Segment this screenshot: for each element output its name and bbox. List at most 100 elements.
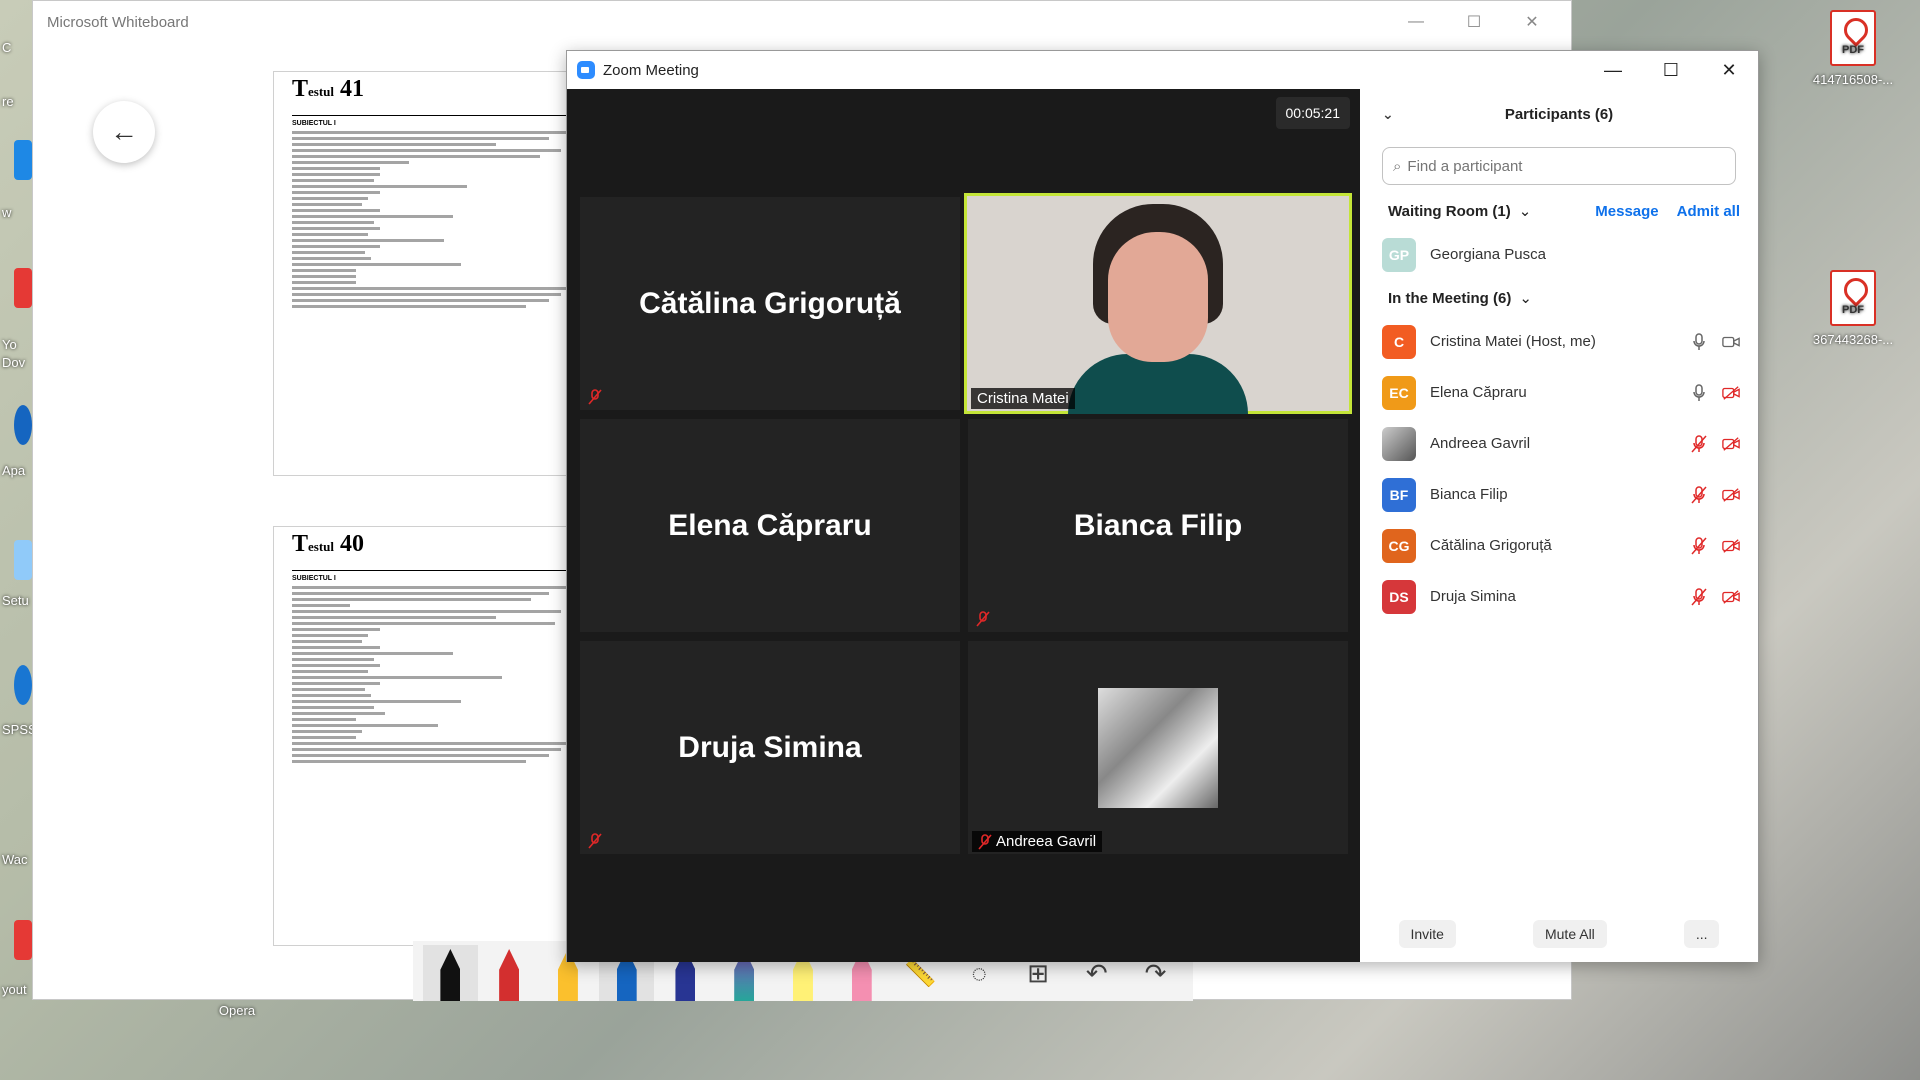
more-options-button[interactable]: ... [1683, 920, 1720, 948]
video-off-icon[interactable] [1722, 486, 1740, 504]
desktop-pdf-file[interactable]: PDF 414716508-... [1808, 10, 1898, 87]
participant-row[interactable]: EC Elena Căpraru [1360, 367, 1758, 418]
pdf-icon: PDF [1830, 10, 1876, 66]
participants-panel: ⌄ Participants (6) ⌕ Waiting Room (1) ⌄ … [1360, 89, 1758, 962]
participant-video [1063, 204, 1253, 414]
avatar: GP [1382, 237, 1416, 272]
app-icon[interactable] [14, 665, 32, 705]
participant-name: Druja Simina [1430, 588, 1516, 605]
maximize-button[interactable]: ☐ [1642, 51, 1700, 89]
participant-row[interactable]: Andreea Gavril [1360, 418, 1758, 469]
mic-muted-icon [586, 388, 604, 406]
participant-row[interactable]: BF Bianca Filip [1360, 469, 1758, 520]
avatar: C [1382, 324, 1416, 359]
participant-row[interactable]: DS Druja Simina [1360, 571, 1758, 622]
video-off-icon[interactable] [1722, 435, 1740, 453]
pen-black-tool[interactable] [423, 945, 478, 1001]
app-icon[interactable] [14, 140, 32, 180]
admit-all-button[interactable]: Admit all [1677, 203, 1740, 220]
participant-name: Bianca Filip [1430, 486, 1508, 503]
waiting-room-section[interactable]: Waiting Room (1) ⌄ Message Admit all [1360, 193, 1758, 229]
desktop-label: re [2, 94, 14, 109]
participant-name: Georgiana Pusca [1430, 246, 1546, 263]
mic-muted-icon[interactable] [1690, 485, 1708, 504]
participant-name: Cătălina Grigoruță [639, 286, 901, 320]
back-arrow-icon[interactable]: ← [93, 101, 155, 163]
video-gallery: 00:05:21 Cătălina Grigoruță Cristina Mat… [567, 89, 1360, 962]
desktop-label: Wac [2, 852, 28, 867]
panel-header: ⌄ Participants (6) [1360, 89, 1758, 139]
video-tile[interactable]: Elena Căpraru [580, 419, 960, 632]
participant-name: Druja Simina [678, 730, 862, 764]
participant-name: Elena Căpraru [668, 508, 872, 542]
video-tile-active-speaker[interactable]: Cristina Matei [964, 193, 1352, 414]
app-icon[interactable] [14, 540, 32, 580]
desktop-label: Apa [2, 463, 26, 478]
profile-picture [1098, 687, 1218, 808]
document-page[interactable]: Testul 40 SUBIECTUL I [273, 526, 603, 946]
video-tile[interactable]: Andreea Gavril [968, 641, 1348, 854]
in-meeting-section[interactable]: In the Meeting (6) ⌄ [1360, 280, 1758, 316]
zoom-window: Zoom Meeting — ☐ ✕ 00:05:21 Cătălina Gri… [566, 50, 1759, 962]
desktop-label: Setu [2, 593, 29, 608]
section-label: In the Meeting (6) [1388, 289, 1512, 307]
desktop-left-edge: C re w Yo Dov Apa Setu SPSS Wac yout [0, 0, 37, 1080]
desktop-label: yout [2, 982, 27, 997]
section-title: SUBIECTUL I [292, 115, 584, 127]
desktop-label: Yo [2, 337, 17, 352]
meeting-timer: 00:05:21 [1275, 97, 1350, 129]
participant-name: Cristina Matei (Host, me) [1430, 333, 1596, 350]
video-tile[interactable]: Bianca Filip [968, 419, 1348, 632]
video-off-icon[interactable] [1722, 537, 1740, 555]
app-icon[interactable] [14, 405, 32, 445]
zoom-logo-icon [577, 61, 595, 79]
participant-name: Cătălina Grigoruță [1430, 537, 1552, 554]
video-camera-icon[interactable] [1722, 333, 1740, 351]
mute-all-button[interactable]: Mute All [1532, 920, 1607, 948]
page-heading: Testul 41 [292, 76, 365, 102]
page-heading: Testul 40 [292, 531, 365, 557]
participant-row[interactable]: GP Georgiana Pusca [1360, 229, 1758, 280]
video-off-icon[interactable] [1722, 588, 1740, 606]
chevron-down-icon[interactable]: ⌄ [1382, 106, 1394, 123]
minimize-button[interactable]: — [1387, 1, 1445, 43]
close-button[interactable]: ✕ [1503, 1, 1561, 43]
app-icon[interactable] [14, 920, 32, 960]
participant-name: Andreea Gavril [1430, 435, 1531, 452]
desktop-label: C [2, 40, 12, 55]
close-button[interactable]: ✕ [1700, 51, 1758, 89]
mic-muted-icon[interactable] [1690, 587, 1708, 606]
section-label: Waiting Room (1) [1388, 202, 1511, 220]
file-label: 414716508-... [1812, 72, 1894, 87]
avatar [1382, 426, 1416, 461]
chevron-down-icon: ⌄ [1518, 203, 1532, 220]
mic-muted-icon[interactable] [1690, 434, 1708, 453]
video-tile[interactable]: Druja Simina [580, 641, 960, 854]
avatar: CG [1382, 528, 1416, 563]
opera-label[interactable]: Opera [192, 1003, 282, 1018]
message-button[interactable]: Message [1595, 203, 1658, 220]
desktop-pdf-file[interactable]: PDF 367443268-... [1808, 270, 1898, 347]
video-tile[interactable]: Cătălina Grigoruță [580, 197, 960, 410]
document-page[interactable]: Testul 41 SUBIECTUL I [273, 71, 603, 476]
app-icon[interactable] [14, 268, 32, 308]
mic-muted-icon [974, 610, 992, 628]
maximize-button[interactable]: ☐ [1445, 1, 1503, 43]
mic-muted-icon[interactable] [1690, 536, 1708, 555]
mic-icon[interactable] [1690, 332, 1708, 351]
avatar: BF [1382, 477, 1416, 512]
pen-red-tool[interactable] [482, 945, 537, 1001]
mic-muted-icon [586, 832, 604, 850]
participant-name: Elena Căpraru [1430, 384, 1527, 401]
participant-row[interactable]: C Cristina Matei (Host, me) [1360, 316, 1758, 367]
minimize-button[interactable]: — [1584, 51, 1642, 89]
search-input[interactable] [1407, 157, 1708, 175]
desktop-label: Dov [2, 355, 26, 370]
file-label: 367443268-... [1812, 332, 1894, 347]
video-off-icon[interactable] [1722, 384, 1740, 402]
invite-button[interactable]: Invite [1398, 920, 1456, 948]
participant-row[interactable]: CG Cătălina Grigoruță [1360, 520, 1758, 571]
mic-icon[interactable] [1690, 383, 1708, 402]
avatar: EC [1382, 375, 1416, 410]
search-box[interactable]: ⌕ [1382, 147, 1736, 185]
